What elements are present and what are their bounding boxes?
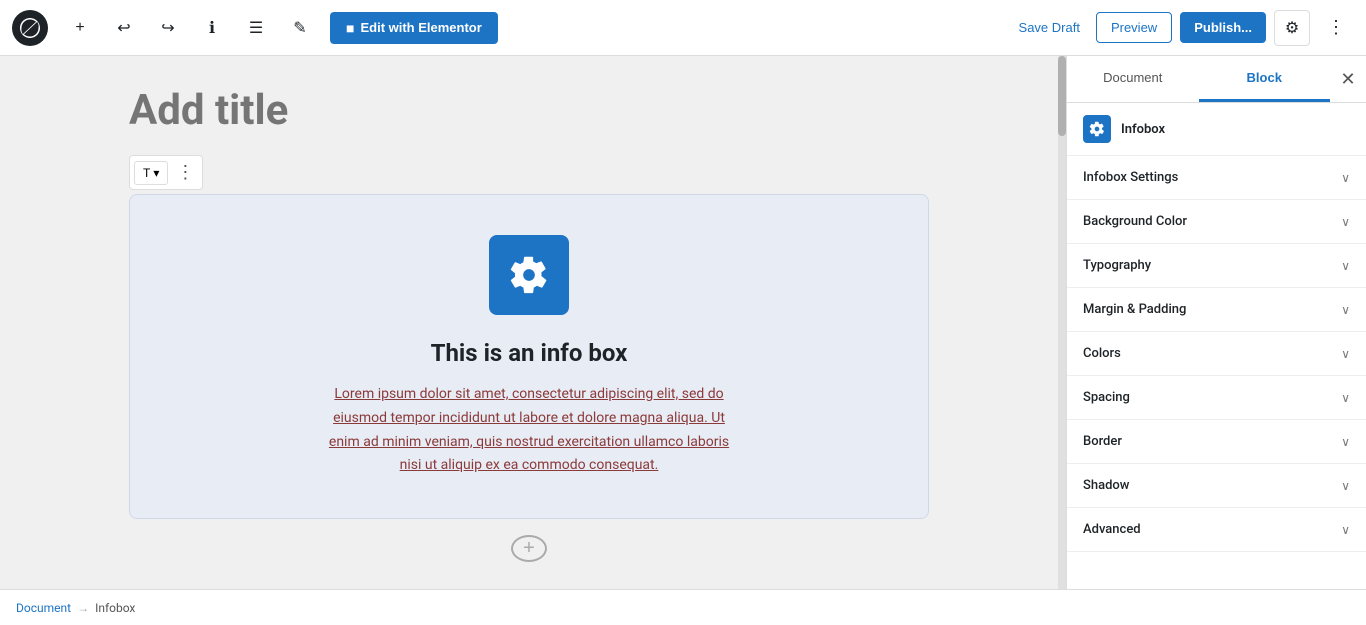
undo-button[interactable]: ↩	[106, 10, 142, 46]
redo-button[interactable]: ↪	[150, 10, 186, 46]
panel-section-infobox-settings-header[interactable]: Infobox Settings ∨	[1067, 156, 1366, 199]
add-icon: +	[75, 19, 84, 37]
panel-header: Document Block ✕	[1067, 56, 1366, 103]
breadcrumb-parent-link[interactable]: Document	[16, 601, 71, 615]
chevron-down-icon: ∨	[1341, 259, 1350, 273]
border-label: Border	[1083, 434, 1122, 449]
panel-section-shadow-header[interactable]: Shadow ∨	[1067, 464, 1366, 507]
edit-with-elementor-button[interactable]: ■ Edit with Elementor	[330, 12, 498, 44]
colors-label: Colors	[1083, 346, 1121, 361]
block-type-chevron: ▾	[153, 166, 159, 180]
block-toolbar: T ▾ ⋮	[129, 155, 203, 190]
infobox-block: This is an info box Lorem ipsum dolor si…	[129, 194, 929, 519]
editor-area[interactable]: T ▾ ⋮ This is an info box Lorem ipsum do…	[0, 56, 1058, 589]
editor-scrollbar-thumb	[1058, 56, 1066, 136]
panel-section-infobox-settings: Infobox Settings ∨	[1067, 156, 1366, 200]
right-panel: Document Block ✕ Infobox Infobox Setting…	[1066, 56, 1366, 589]
elementor-icon: ■	[346, 20, 354, 36]
panel-section-advanced-header[interactable]: Advanced ∨	[1067, 508, 1366, 551]
info-button[interactable]: ℹ	[194, 10, 230, 46]
breadcrumb-current: Infobox	[95, 601, 135, 615]
panel-close-button[interactable]: ✕	[1330, 61, 1366, 97]
block-type-button[interactable]: T ▾	[134, 161, 168, 185]
add-block-button[interactable]: +	[511, 535, 547, 562]
block-type-icon: T	[143, 166, 150, 180]
list-icon: ☰	[249, 18, 263, 38]
typography-label: Typography	[1083, 258, 1151, 273]
dots-icon: ⋮	[1327, 17, 1345, 38]
infobox-title: This is an info box	[431, 339, 628, 367]
panel-section-margin-padding: Margin & Padding ∨	[1067, 288, 1366, 332]
pencil-button[interactable]: ✎	[282, 10, 318, 46]
infobox-icon-container	[489, 235, 569, 315]
chevron-down-icon: ∨	[1341, 215, 1350, 229]
page-title-input[interactable]	[129, 86, 929, 135]
panel-section-background-color-header[interactable]: Background Color ∨	[1067, 200, 1366, 243]
panel-section-typography-header[interactable]: Typography ∨	[1067, 244, 1366, 287]
preview-button[interactable]: Preview	[1096, 12, 1172, 43]
top-toolbar: + ↩ ↪ ℹ ☰ ✎ ■ Edit with Elementor Save D…	[0, 0, 1366, 56]
undo-icon: ↩	[117, 18, 130, 38]
tab-block[interactable]: Block	[1199, 56, 1331, 102]
panel-section-spacing-header[interactable]: Spacing ∨	[1067, 376, 1366, 419]
block-more-dots-icon: ⋮	[176, 162, 194, 182]
gear-icon	[509, 255, 549, 295]
breadcrumb-separator: →	[77, 601, 89, 615]
main-area: T ▾ ⋮ This is an info box Lorem ipsum do…	[0, 56, 1366, 589]
spacing-label: Spacing	[1083, 390, 1130, 405]
settings-gear-button[interactable]: ⚙	[1274, 10, 1310, 46]
list-view-button[interactable]: ☰	[238, 10, 274, 46]
plus-icon: +	[523, 537, 535, 560]
more-options-button[interactable]: ⋮	[1318, 10, 1354, 46]
infobox-block-icon	[1089, 121, 1105, 137]
gear-icon: ⚙	[1285, 18, 1299, 37]
wordpress-logo[interactable]	[12, 10, 48, 46]
block-wrapper: T ▾ ⋮ This is an info box Lorem ipsum do…	[129, 155, 929, 519]
chevron-down-icon: ∨	[1341, 303, 1350, 317]
chevron-down-icon: ∨	[1341, 347, 1350, 361]
redo-icon: ↪	[161, 18, 174, 38]
block-more-options-button[interactable]: ⋮	[172, 160, 198, 185]
panel-section-colors-header[interactable]: Colors ∨	[1067, 332, 1366, 375]
panel-section-background-color: Background Color ∨	[1067, 200, 1366, 244]
shadow-label: Shadow	[1083, 478, 1129, 493]
panel-sections: Infobox Settings ∨ Background Color ∨ Ty…	[1067, 156, 1366, 589]
close-icon: ✕	[1340, 69, 1355, 90]
tab-document[interactable]: Document	[1067, 56, 1199, 102]
advanced-label: Advanced	[1083, 522, 1141, 537]
chevron-down-icon: ∨	[1341, 479, 1350, 493]
add-block-toolbar-button[interactable]: +	[62, 10, 98, 46]
panel-section-advanced: Advanced ∨	[1067, 508, 1366, 552]
panel-section-border-header[interactable]: Border ∨	[1067, 420, 1366, 463]
chevron-down-icon: ∨	[1341, 171, 1350, 185]
chevron-down-icon: ∨	[1341, 435, 1350, 449]
panel-section-margin-padding-header[interactable]: Margin & Padding ∨	[1067, 288, 1366, 331]
infobox-body-text: Lorem ipsum dolor sit amet, consectetur …	[319, 383, 739, 478]
publish-button[interactable]: Publish...	[1180, 12, 1266, 43]
panel-block-name: Infobox	[1121, 122, 1165, 137]
panel-block-icon-container	[1083, 115, 1111, 143]
panel-block-label: Infobox	[1067, 103, 1366, 156]
chevron-down-icon: ∨	[1341, 523, 1350, 537]
panel-section-border: Border ∨	[1067, 420, 1366, 464]
margin-padding-label: Margin & Padding	[1083, 302, 1186, 317]
infobox-settings-label: Infobox Settings	[1083, 170, 1178, 185]
panel-section-typography: Typography ∨	[1067, 244, 1366, 288]
chevron-down-icon: ∨	[1341, 391, 1350, 405]
save-draft-button[interactable]: Save Draft	[1011, 12, 1088, 43]
panel-section-colors: Colors ∨	[1067, 332, 1366, 376]
wp-logo-icon	[20, 18, 40, 38]
panel-section-spacing: Spacing ∨	[1067, 376, 1366, 420]
breadcrumb: Document → Infobox	[0, 589, 1366, 625]
background-color-label: Background Color	[1083, 214, 1187, 229]
panel-section-shadow: Shadow ∨	[1067, 464, 1366, 508]
pencil-icon: ✎	[293, 18, 306, 38]
editor-scrollbar[interactable]	[1058, 56, 1066, 589]
info-icon: ℹ	[209, 18, 215, 38]
